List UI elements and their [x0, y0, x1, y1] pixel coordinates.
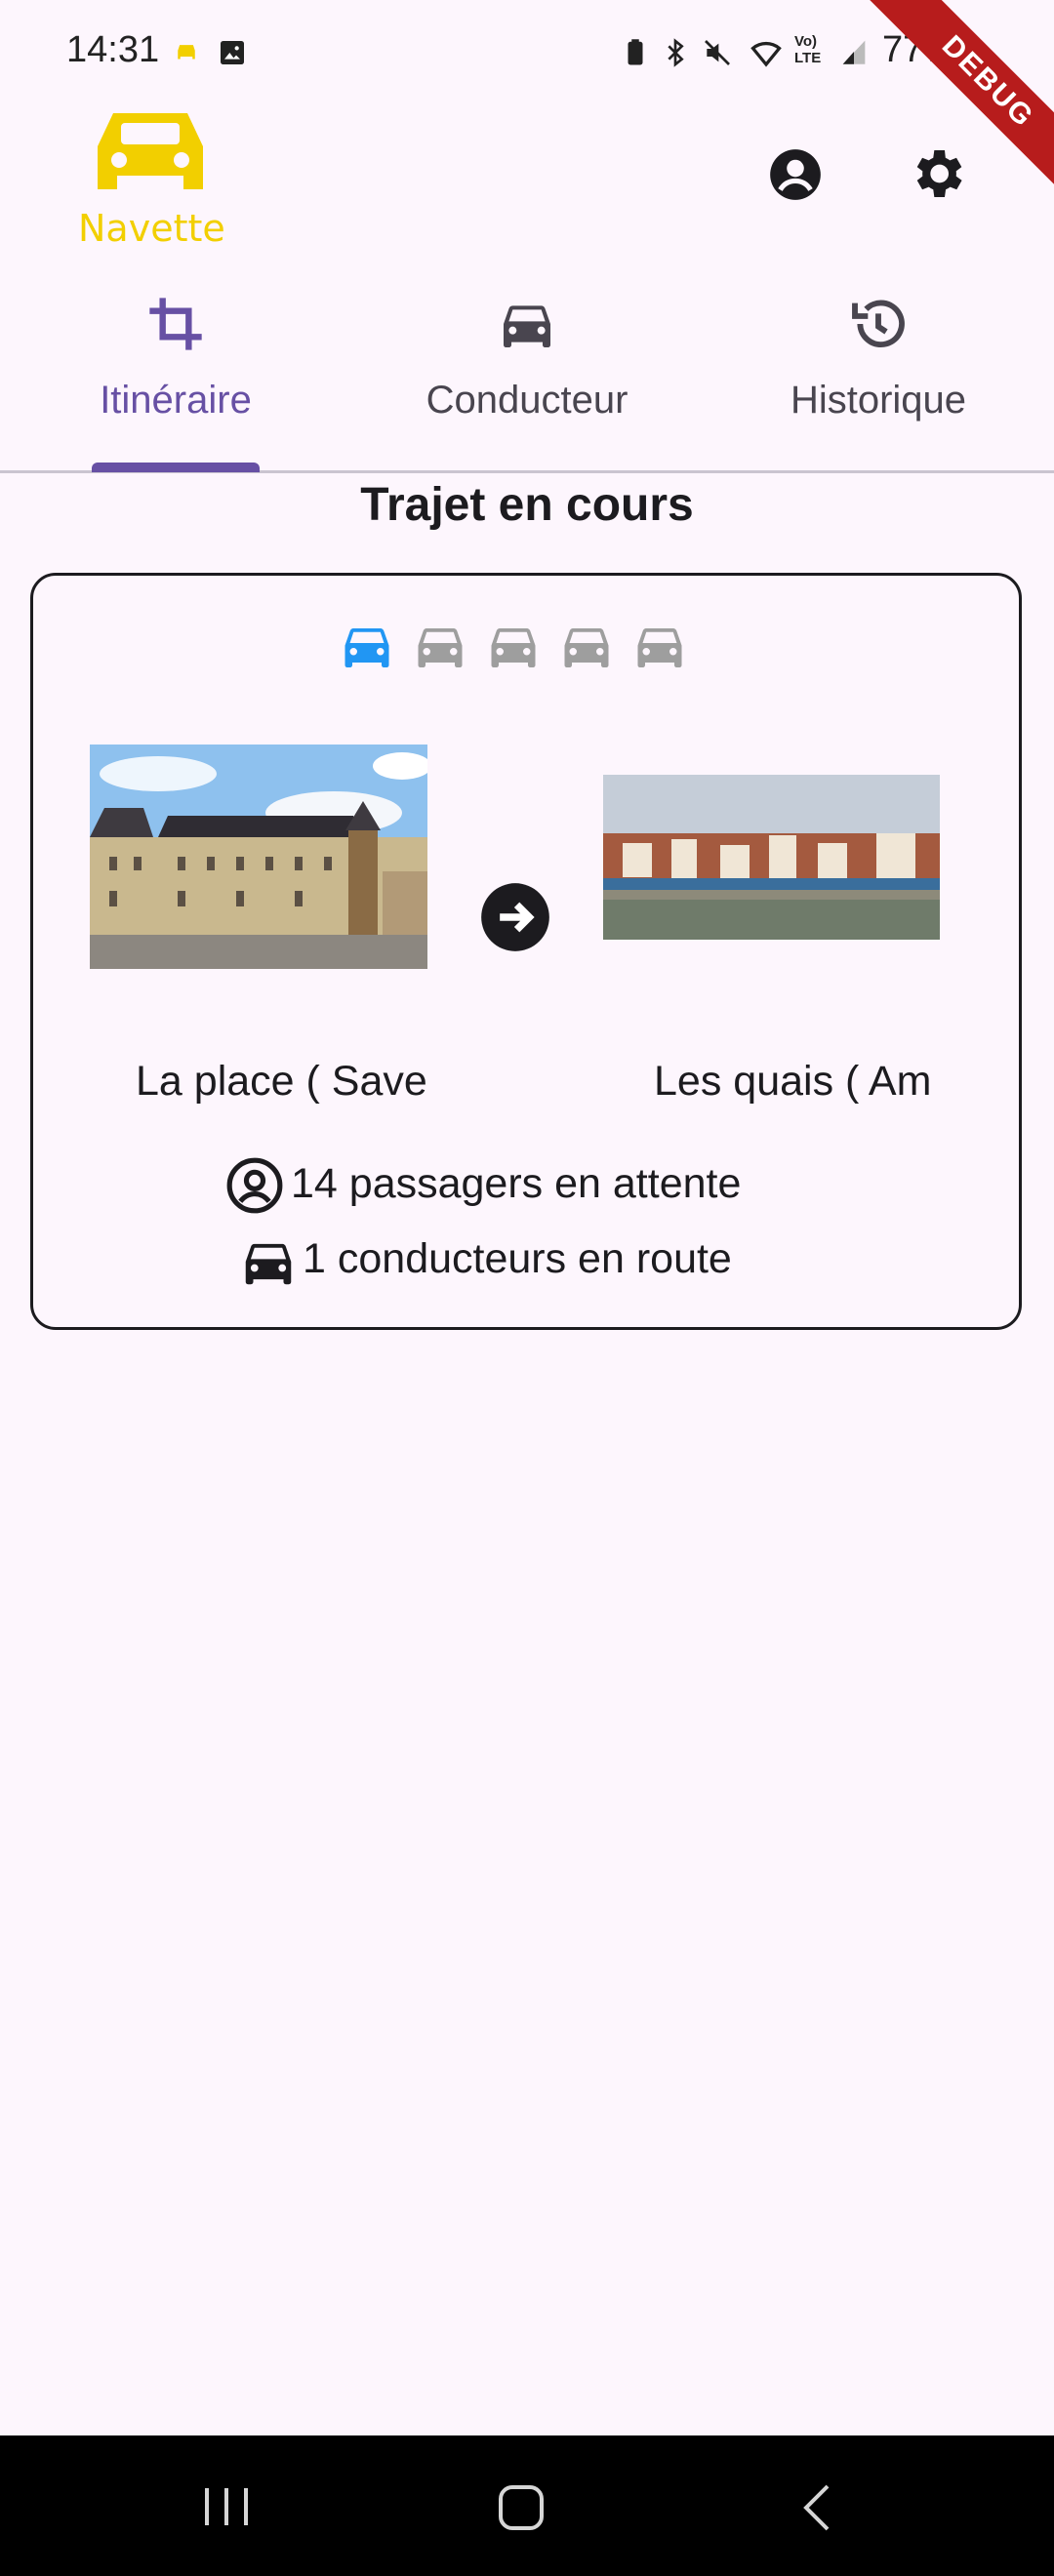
tab-label: Conducteur — [426, 379, 628, 422]
progress-car-icon — [637, 628, 682, 667]
mute-icon — [705, 40, 730, 65]
origin-label: La place ( Save — [136, 1058, 427, 1105]
destination-photo[interactable] — [603, 775, 940, 940]
volte-indicator: Vo) LTE — [794, 33, 822, 66]
active-tab-indicator — [92, 463, 260, 472]
page-title: Trajet en cours — [360, 479, 694, 531]
recent-apps-icon[interactable] — [201, 2484, 252, 2529]
passengers-waiting-text: 14 passagers en attente — [291, 1160, 742, 1207]
progress-car-icon — [418, 628, 463, 667]
wifi-icon — [750, 41, 782, 67]
app-logo-text: Navette — [78, 207, 225, 250]
navette-logo-icon — [98, 113, 203, 189]
driver-car-icon — [245, 1243, 292, 1285]
image-notification-icon — [221, 41, 244, 64]
battery-saver-icon — [628, 39, 643, 65]
origin-photo[interactable] — [90, 745, 427, 969]
account-circle-icon[interactable] — [765, 144, 826, 205]
arrow-right-circle-icon — [481, 883, 549, 951]
progress-car-icon — [491, 628, 536, 667]
destination-label: Les quais ( Am — [654, 1058, 932, 1105]
trip-progress — [338, 621, 699, 675]
tab-label: Itinéraire — [100, 379, 252, 422]
progress-car-icon — [345, 628, 389, 667]
settings-gear-icon[interactable] — [906, 142, 968, 205]
passenger-account-icon — [226, 1157, 283, 1214]
history-icon — [852, 300, 905, 348]
home-icon[interactable] — [496, 2482, 547, 2533]
progress-car-icon — [564, 628, 609, 667]
tab-label: Historique — [790, 379, 967, 422]
status-time: 14:31 — [66, 29, 160, 70]
crop-icon — [149, 298, 202, 350]
car-icon — [504, 305, 550, 347]
app-notification-icon — [178, 45, 195, 60]
bluetooth-icon — [668, 38, 684, 67]
drivers-en-route-text: 1 conducteurs en route — [303, 1235, 732, 1282]
back-icon[interactable] — [798, 2482, 837, 2533]
